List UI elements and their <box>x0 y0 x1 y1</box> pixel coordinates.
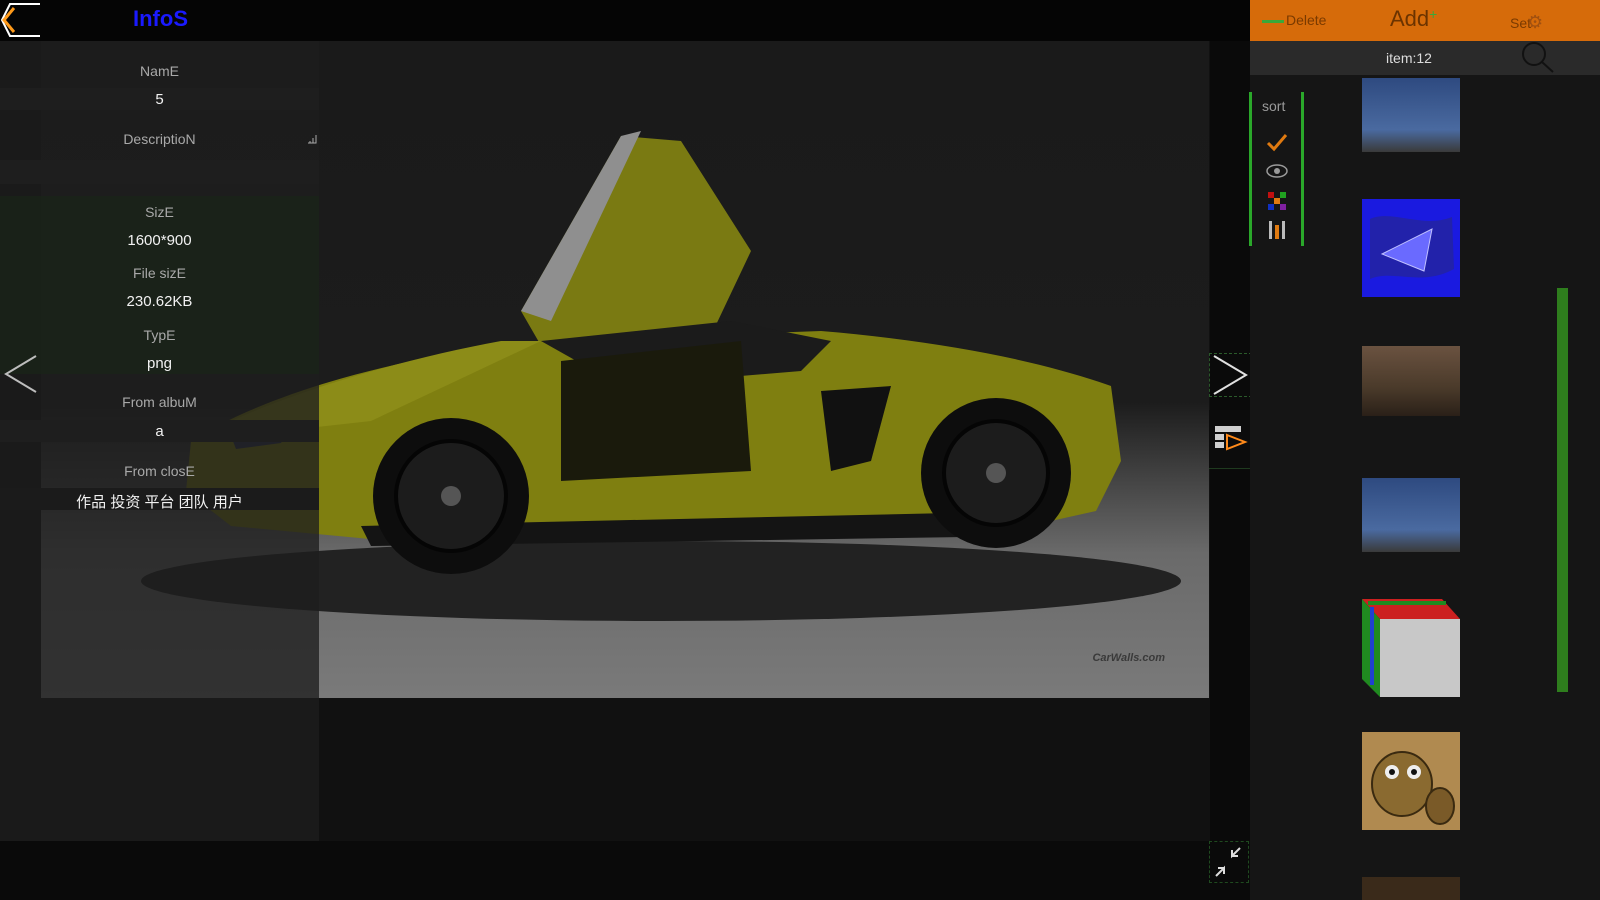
resize-grip-icon[interactable] <box>307 131 317 144</box>
type-value: png <box>146 355 173 372</box>
type-label: TypE <box>143 327 176 343</box>
page-title: InfoS <box>133 6 188 31</box>
size-value: 1600*900 <box>127 232 192 249</box>
slideshow-icon <box>1215 426 1248 451</box>
name-label: NamE <box>140 63 179 79</box>
album-label: From albuM <box>122 394 197 410</box>
previous-image-button[interactable] <box>0 352 40 396</box>
description-field[interactable] <box>0 160 319 184</box>
plus-icon: + <box>1429 6 1438 22</box>
delete-icon <box>1262 19 1284 23</box>
eye-icon[interactable] <box>1266 160 1288 182</box>
gallery-scrollbar[interactable] <box>1557 288 1568 692</box>
search-icon <box>1522 42 1554 73</box>
thumbnail-blue-paint[interactable] <box>1362 199 1460 297</box>
name-value[interactable]: 5 <box>0 91 319 108</box>
thumbnail-cartoon-robot[interactable] <box>1362 732 1460 830</box>
thumbnail-sky-landscape[interactable] <box>1362 78 1460 152</box>
thumbnail-rock-texture[interactable] <box>1362 346 1460 416</box>
album-value: a <box>155 423 164 440</box>
collapse-button[interactable] <box>1209 841 1249 883</box>
close-label: From closE <box>124 463 195 479</box>
back-button[interactable] <box>0 2 42 38</box>
back-arrow-icon <box>0 3 40 37</box>
color-sort-icon[interactable] <box>1266 190 1288 212</box>
collapse-icon <box>1215 847 1241 877</box>
delete-button[interactable]: Delete <box>1262 12 1326 28</box>
thumbnail-partial[interactable] <box>1362 877 1460 900</box>
chevron-left-icon <box>4 355 37 393</box>
gear-icon: ⚙ <box>1527 12 1544 32</box>
thumbnail-color-cube[interactable] <box>1362 599 1460 697</box>
file-size-value: 230.62KB <box>126 293 193 310</box>
thumbnail-sky-landscape-2[interactable] <box>1362 478 1460 552</box>
sort-label: sort <box>1262 98 1286 114</box>
file-size-label: File sizE <box>133 265 186 281</box>
add-label: Add <box>1390 6 1430 31</box>
slideshow-button[interactable] <box>1209 410 1250 469</box>
description-label: DescriptioN <box>123 131 196 147</box>
file-details-block: SizE 1600*900 File sizE 230.62KB TypE pn… <box>0 196 319 374</box>
search-button[interactable] <box>1519 40 1555 74</box>
size-label: SizE <box>145 204 174 220</box>
checkmark-icon[interactable] <box>1266 131 1288 153</box>
chevron-right-icon <box>1213 355 1248 395</box>
photo-watermark: CarWalls.com <box>1092 652 1165 664</box>
size-sort-icon[interactable] <box>1266 219 1288 241</box>
settings-button[interactable]: Set⚙ <box>1510 12 1543 33</box>
delete-label: Delete <box>1286 12 1327 28</box>
next-image-button[interactable] <box>1209 353 1252 397</box>
close-value: 作品 投资 平台 团队 用户 <box>76 494 243 511</box>
info-panel: NamE 5 DescriptioN SizE 1600*900 File si… <box>0 41 319 841</box>
add-button[interactable]: Add+ <box>1390 6 1437 32</box>
